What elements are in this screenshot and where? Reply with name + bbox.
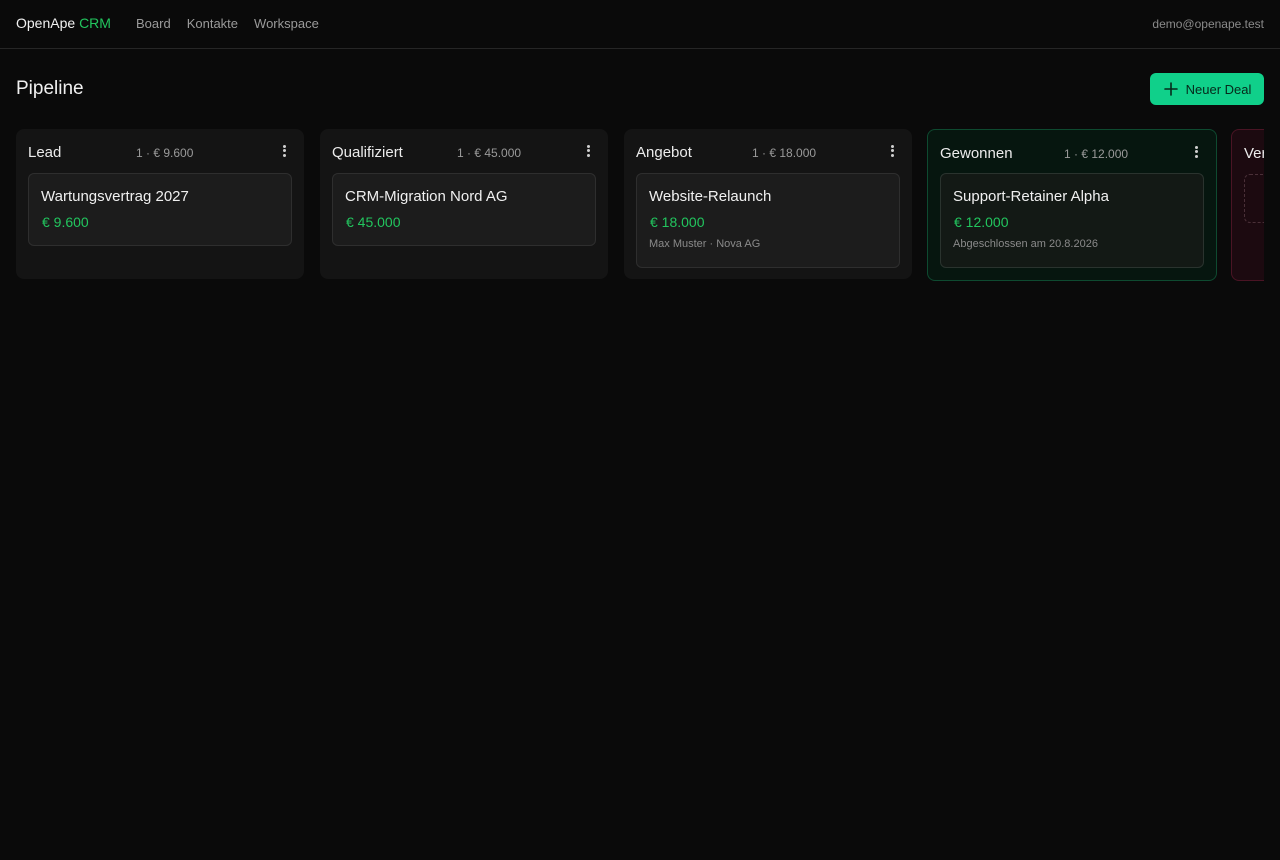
column-verloren: Verloren — [1231, 129, 1264, 281]
brand-name: OpenApe — [16, 15, 76, 31]
column-angebot: Angebot 1 · € 18.000 Website-Relaunch € … — [624, 129, 912, 279]
kanban-board: Lead 1 · € 9.600 Wartungsvertrag 2027 € … — [16, 129, 1264, 289]
column-menu-icon[interactable] — [884, 143, 900, 159]
deal-card[interactable]: Wartungsvertrag 2027 € 9.600 — [28, 173, 292, 246]
deal-title: Support-Retainer Alpha — [953, 188, 1109, 205]
empty-drop-zone[interactable] — [1244, 174, 1264, 223]
deal-amount: € 45.000 — [346, 214, 401, 230]
brand-logo[interactable]: OpenApe CRM — [16, 15, 111, 31]
column-summary: 1 · € 12.000 — [1064, 147, 1129, 161]
nav-workspace[interactable]: Workspace — [254, 16, 319, 31]
deal-amount: € 18.000 — [650, 214, 705, 230]
deal-contact: Max Muster · Nova AG — [649, 238, 761, 250]
column-header: Lead 1 · € 9.600 — [16, 129, 304, 173]
column-gewonnen: Gewonnen 1 · € 12.000 Support-Retainer A… — [927, 129, 1217, 281]
new-deal-button[interactable]: Neuer Deal — [1150, 73, 1264, 105]
column-title: Verloren — [1244, 145, 1264, 162]
column-title: Angebot — [636, 144, 692, 161]
plus-icon — [1163, 82, 1178, 96]
column-title: Lead — [28, 144, 62, 161]
column-lead: Lead 1 · € 9.600 Wartungsvertrag 2027 € … — [16, 129, 304, 279]
column-header: Qualifiziert 1 · € 45.000 — [320, 129, 608, 173]
brand-accent: CRM — [79, 15, 111, 31]
column-header: Gewonnen 1 · € 12.000 — [928, 130, 1216, 174]
column-menu-icon[interactable] — [580, 143, 596, 159]
column-summary: 1 · € 45.000 — [457, 146, 522, 160]
deal-title: CRM-Migration Nord AG — [345, 188, 508, 205]
column-summary: 1 · € 18.000 — [752, 146, 817, 160]
column-header: Verloren — [1232, 130, 1264, 174]
deal-title: Wartungsvertrag 2027 — [41, 188, 189, 205]
nav-kontakte[interactable]: Kontakte — [187, 16, 238, 31]
top-nav: OpenApe CRM Board Kontakte Workspace dem… — [0, 0, 1280, 49]
nav-board[interactable]: Board — [136, 16, 171, 31]
column-header: Angebot 1 · € 18.000 — [624, 129, 912, 173]
column-qualifiziert: Qualifiziert 1 · € 45.000 CRM-Migration … — [320, 129, 608, 279]
column-summary: 1 · € 9.600 — [136, 146, 194, 160]
column-menu-icon[interactable] — [1188, 144, 1204, 160]
page-title: Pipeline — [16, 78, 84, 99]
user-email[interactable]: demo@openape.test — [1152, 17, 1264, 31]
new-deal-label: Neuer Deal — [1185, 81, 1252, 97]
main-nav: Board Kontakte Workspace — [136, 16, 319, 31]
deal-card[interactable]: CRM-Migration Nord AG € 45.000 — [332, 173, 596, 246]
deal-title: Website-Relaunch — [649, 188, 772, 205]
deal-amount: € 9.600 — [42, 214, 89, 230]
column-menu-icon[interactable] — [276, 143, 292, 159]
deal-card[interactable]: Website-Relaunch € 18.000 Max Muster · N… — [636, 173, 900, 268]
deal-closed-date: Abgeschlossen am 20.8.2026 — [953, 238, 1098, 250]
deal-card[interactable]: Support-Retainer Alpha € 12.000 Abgeschl… — [940, 173, 1204, 268]
deal-amount: € 12.000 — [954, 214, 1009, 230]
column-title: Qualifiziert — [332, 144, 403, 161]
column-title: Gewonnen — [940, 145, 1013, 162]
